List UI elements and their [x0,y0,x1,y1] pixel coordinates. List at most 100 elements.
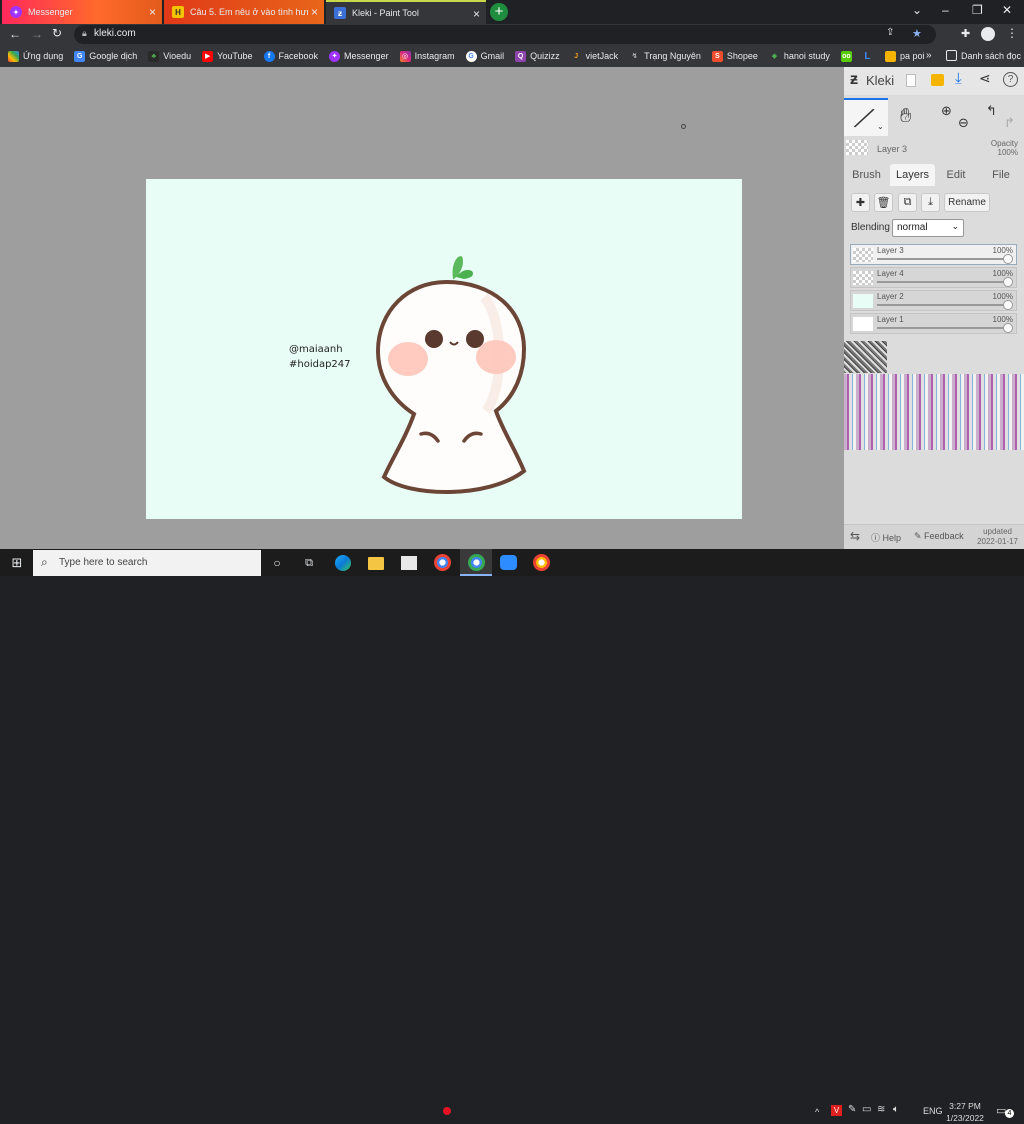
reading-list-button[interactable]: Danh sách đọc [946,50,1021,61]
rename-layer-button[interactable]: Rename [944,193,990,212]
slider-knob[interactable] [1003,254,1013,264]
tab-messenger[interactable]: ✦ Messenger × [2,0,162,24]
back-icon[interactable]: ← [9,27,21,41]
pen-icon[interactable]: ✎ [848,1104,856,1115]
help-icon[interactable]: ? [1003,72,1018,87]
layer-opacity-slider[interactable] [877,281,1008,283]
bookmark-pa-poi[interactable]: pa poi [884,50,924,62]
tab-kleki[interactable]: ƶ Kleki - Paint Tool × [326,0,486,24]
layer-item-layer3[interactable]: Layer 3 100% [850,244,1017,265]
layer-opacity-slider[interactable] [877,258,1008,260]
layer-opacity-slider[interactable] [877,304,1008,306]
store-icon[interactable] [401,556,417,570]
extensions-icon[interactable]: ✚ [961,27,970,40]
maximize-icon[interactable]: ❐ [972,3,983,17]
chrome-icon[interactable] [434,554,451,571]
bookmark-l[interactable]: L [862,51,877,62]
close-tab-icon[interactable]: × [311,5,318,19]
layer-item-layer1[interactable]: Layer 1 100% [850,313,1017,334]
layer-item-layer2[interactable]: Layer 2 100% [850,290,1017,311]
share-icon[interactable]: ⋖ [979,70,991,87]
download-icon[interactable]: ⤓ [955,70,962,87]
task-view-icon[interactable]: ⧉ [302,554,316,572]
close-window-icon[interactable]: ✕ [1002,3,1012,17]
bookmark-facebook[interactable]: f Facebook [263,50,318,62]
help-link[interactable]: ⓘ Help [871,531,901,544]
bookmark-gmail[interactable]: G Gmail [465,50,504,62]
redo-icon[interactable]: ↱ [1004,115,1015,131]
battery-icon[interactable]: ▭ [862,1104,871,1115]
bookmark-shopee[interactable]: S Shopee [711,50,758,62]
delete-layer-button[interactable]: 🗑︎ [874,193,893,212]
taskbar-active-app[interactable] [460,549,492,576]
opacity-readout: Opacity 100% [991,139,1018,157]
windows-start-icon[interactable]: ⊞ [8,554,26,572]
star-icon[interactable]: ★ [912,27,922,40]
layer-thumbnail [853,248,873,262]
canvas-workspace[interactable]: @maiaanh #hoidap247 [0,67,844,549]
chrome-profile-icon[interactable] [533,554,550,571]
tab-layers[interactable]: Layers [890,164,935,186]
file-explorer-icon[interactable] [368,557,384,570]
more-bookmarks-icon[interactable]: » [926,50,932,61]
slider-knob[interactable] [1003,277,1013,287]
tray-chevron-icon[interactable]: ^ [815,1107,819,1117]
new-tab-button[interactable]: + [490,3,508,21]
bookmark-duolingo[interactable]: oo [840,50,856,62]
language-indicator[interactable]: ENG [923,1106,943,1116]
tab-file[interactable]: File [986,164,1016,186]
lock-icon[interactable]: 🔒︎ [82,28,87,39]
reload-icon[interactable]: ↻ [52,26,62,40]
volume-icon[interactable]: 🔈︎ [893,1104,899,1115]
layer-item-layer4[interactable]: Layer 4 100% [850,267,1017,288]
edge-icon[interactable] [335,555,351,571]
bookmark-google-translate[interactable]: G Google dịch [74,50,137,62]
undo-icon[interactable]: ↰ [986,103,997,119]
bookmark-youtube[interactable]: ▶ YouTube [202,50,253,62]
add-layer-button[interactable]: ✚ [851,193,870,212]
zoom-app-icon[interactable] [500,555,517,570]
duplicate-layer-button[interactable]: ⧉ [898,193,917,212]
bookmark-vioedu[interactable]: ♣ Vioedu [148,50,191,62]
bookmark-messenger[interactable]: ✦ Messenger [329,50,389,62]
taskbar-clock[interactable]: 3:27 PM 1/23/2022 [946,1100,984,1124]
address-bar[interactable]: 🔒︎ kleki.com ★ ⇪ [74,25,936,44]
zoom-out-icon[interactable]: ⊖ [958,115,969,131]
layer-opacity-slider[interactable] [877,327,1008,329]
menu-icon[interactable]: ⋮ [1006,26,1018,40]
swap-sides-icon[interactable]: ⇆ [850,529,860,543]
bookmark-vietjack[interactable]: JvietJack [571,51,618,62]
merge-layer-button[interactable]: ⤓ [921,193,940,212]
slider-knob[interactable] [1003,323,1013,333]
tab-brush[interactable]: Brush [848,164,885,186]
close-tab-icon[interactable]: × [149,5,156,19]
tab-hoidap[interactable]: H Câu 5. Em nêu ở vào tình hưng sự × [164,0,324,24]
bookmark-apps[interactable]: Ứng dụng [8,50,63,62]
feedback-link[interactable]: ✎ Feedback [914,531,964,542]
antivirus-icon[interactable]: V [831,1105,842,1116]
new-image-icon[interactable] [906,74,916,87]
open-folder-icon[interactable] [931,74,944,86]
kleki-sidebar: ƶ Kleki ⤓ ⋖ ? ╱ ⌄ ✋︎ ⊕ ⊖ ↰ ↱ Layer 3 Opa… [844,67,1024,549]
wifi-icon[interactable]: ≋ [877,1104,885,1115]
slider-knob[interactable] [1003,300,1013,310]
close-tab-icon[interactable]: × [473,7,480,21]
minimize-icon[interactable]: – [942,3,949,17]
bookmark-hanoi-study[interactable]: ◆ hanoi study [769,51,830,62]
profile-avatar[interactable] [981,27,995,41]
bookmark-trangnguyen[interactable]: ↯ Trạng Nguyên [629,51,701,62]
taskbar-search-box[interactable]: ⌕ Type here to search [33,550,261,576]
bookmark-quizizz[interactable]: Q Quizizz [515,50,560,62]
forward-icon[interactable]: → [31,27,43,41]
drawing-canvas[interactable]: @maiaanh #hoidap247 [146,179,742,519]
share-icon[interactable]: ⇪ [886,27,894,38]
zoom-in-icon[interactable]: ⊕ [941,103,952,119]
tab-edit[interactable]: Edit [940,164,972,186]
pencil-icon: ✎ [914,531,925,541]
tab-search-icon[interactable]: ⌄ [912,3,922,17]
cortana-icon[interactable]: ○ [270,554,284,572]
brush-tool-button[interactable]: ╱ ⌄ [844,98,888,136]
blending-select[interactable]: normal ⌄ [892,219,964,237]
bookmark-instagram[interactable]: ◎ Instagram [399,50,455,62]
hand-tool-icon[interactable]: ✋︎ [900,105,911,128]
